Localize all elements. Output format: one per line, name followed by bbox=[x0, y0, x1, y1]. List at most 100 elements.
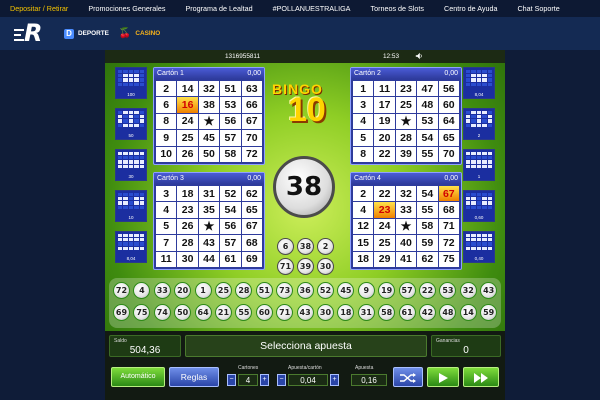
nav-polla-nuestra-liga[interactable]: #POLLANUESTRALIGA bbox=[263, 4, 361, 13]
extra-ball[interactable]: 2 bbox=[317, 238, 334, 255]
nav-depositar-retirar[interactable]: Depositar / Retirar bbox=[0, 4, 78, 13]
cartones-decrease-button[interactable]: − bbox=[227, 374, 236, 386]
prize-value: 30 bbox=[128, 174, 134, 179]
card-cell: 69 bbox=[241, 251, 262, 267]
card-cell: 20 bbox=[374, 130, 395, 146]
casino-label: CASINO bbox=[135, 30, 161, 37]
card-cell: 56 bbox=[220, 218, 241, 235]
prize-value: 50 bbox=[128, 133, 134, 138]
prize-pattern: 10 bbox=[115, 190, 147, 222]
card-cell: 39 bbox=[395, 146, 417, 162]
cartones-increase-button[interactable]: + bbox=[260, 374, 269, 386]
card-cell: 32 bbox=[198, 81, 220, 97]
play-icon bbox=[439, 373, 448, 383]
card-cell: 3 bbox=[156, 186, 177, 202]
nav-chat-soporte[interactable]: Chat Soporte bbox=[507, 4, 569, 13]
card-cell: 11 bbox=[374, 81, 395, 97]
card-cell: 16 bbox=[177, 97, 198, 113]
extra-ball[interactable]: 38 bbox=[297, 238, 314, 255]
card-cell: 26 bbox=[177, 218, 198, 235]
nav-torneos-de-slots[interactable]: Torneos de Slots bbox=[360, 4, 434, 13]
carton-4[interactable]: Cartón 4 0,00 2 22 32 54 67 4 23 33 55 68 12 24 ★ 58 71… bbox=[350, 172, 462, 270]
nav-promociones-generales[interactable]: Promociones Generales bbox=[78, 4, 175, 13]
prize-value: 8,04 bbox=[474, 92, 484, 97]
card-cell: 2 bbox=[156, 81, 177, 97]
free-star-cell: ★ bbox=[198, 113, 220, 130]
card-cell: 43 bbox=[198, 235, 220, 251]
apuesta-carton-increase-button[interactable]: + bbox=[330, 374, 339, 386]
reglas-button[interactable]: Reglas bbox=[169, 367, 219, 387]
nav-programa-de-lealtad[interactable]: Programa de Lealtad bbox=[175, 4, 262, 13]
card-cell: 72 bbox=[438, 235, 459, 251]
card-cell: 3 bbox=[353, 97, 374, 113]
card-cell: 41 bbox=[395, 251, 417, 267]
carton-2[interactable]: Cartón 2 0,00 1 11 23 47 56 3 17 25 48 60 4 19 ★ 53 64 5… bbox=[350, 67, 462, 165]
sub-navigation: R D DEPORTE 🍒 CASINO bbox=[0, 17, 600, 50]
sound-icon[interactable] bbox=[415, 52, 423, 60]
extra-ball[interactable]: 39 bbox=[297, 258, 314, 275]
drawn-ball: 21 bbox=[215, 304, 232, 321]
carton-grid: 1 11 23 47 56 3 17 25 48 60 4 19 ★ 53 64 5 20 28 54 65 8 22 39… bbox=[351, 79, 461, 164]
prize-pattern: 30 bbox=[115, 149, 147, 181]
drawn-ball: 30 bbox=[317, 304, 334, 321]
card-cell: 75 bbox=[438, 251, 459, 267]
saldo-label: Saldo bbox=[114, 338, 127, 344]
prize-value: 8,04 bbox=[126, 256, 136, 261]
card-cell: 22 bbox=[374, 186, 395, 202]
right-pattern-column: 8,04 2 1 0,60 0,40 bbox=[463, 67, 495, 272]
prize-pattern: 2 bbox=[463, 108, 495, 140]
card-cell: 23 bbox=[374, 202, 395, 218]
deporte-icon: D bbox=[64, 28, 74, 39]
card-cell: 32 bbox=[395, 186, 417, 202]
apuesta-carton-decrease-button[interactable]: − bbox=[277, 374, 286, 386]
carton-1[interactable]: Cartón 1 0,00 2 14 32 51 63 6 16 38 53 66 8 24 ★ 56 67 9… bbox=[153, 67, 265, 165]
card-cell: 67 bbox=[241, 218, 262, 235]
card-cell: 58 bbox=[220, 146, 241, 162]
card-cell: 56 bbox=[438, 81, 459, 97]
card-cell: 12 bbox=[353, 218, 374, 235]
card-cell: 70 bbox=[438, 146, 459, 162]
card-cell: 1 bbox=[353, 81, 374, 97]
card-cell: 62 bbox=[241, 186, 262, 202]
card-cell: 68 bbox=[438, 202, 459, 218]
card-cell: 35 bbox=[198, 202, 220, 218]
card-cell: 4 bbox=[353, 202, 374, 218]
extra-ball[interactable]: 71 bbox=[277, 258, 294, 275]
card-cell: 68 bbox=[241, 235, 262, 251]
card-cell: 4 bbox=[353, 113, 374, 130]
fast-play-button[interactable] bbox=[463, 367, 499, 387]
casino-tab[interactable]: 🍒 CASINO bbox=[119, 28, 160, 39]
free-star-cell: ★ bbox=[198, 218, 220, 235]
card-cell: 31 bbox=[198, 186, 220, 202]
prize-pattern: 0,40 bbox=[463, 231, 495, 263]
drawn-ball: 51 bbox=[255, 282, 273, 299]
bingo-10-logo: BINGO 10 bbox=[258, 77, 352, 135]
saldo-box: Saldo 504,36 bbox=[109, 335, 181, 357]
card-cell: 45 bbox=[198, 130, 220, 146]
brand-logo[interactable]: R bbox=[14, 19, 54, 47]
card-cell: 61 bbox=[220, 251, 241, 267]
free-star-cell: ★ bbox=[395, 218, 417, 235]
nav-centro-de-ayuda[interactable]: Centro de Ayuda bbox=[434, 4, 507, 13]
carton-3[interactable]: Cartón 3 0,00 3 18 31 52 62 4 23 35 54 65 5 26 ★ 56 67 7… bbox=[153, 172, 265, 270]
shuffle-cards-button[interactable] bbox=[393, 367, 423, 387]
apuesta-label: Apuesta bbox=[355, 365, 374, 371]
automatico-button[interactable]: Automático bbox=[111, 367, 165, 387]
prize-pattern: 1 bbox=[463, 149, 495, 181]
card-cell: 55 bbox=[417, 146, 438, 162]
card-cell: 24 bbox=[177, 113, 198, 130]
card-cell: 65 bbox=[241, 202, 262, 218]
card-cell: 11 bbox=[156, 251, 177, 267]
carton-title: Cartón 2 bbox=[354, 70, 381, 77]
current-ball: 38 bbox=[273, 156, 335, 218]
card-cell: 65 bbox=[438, 130, 459, 146]
status-message: Selecciona apuesta bbox=[185, 335, 427, 357]
extra-ball[interactable]: 30 bbox=[317, 258, 334, 275]
extra-ball[interactable]: 6 bbox=[277, 238, 294, 255]
card-cell: 9 bbox=[156, 130, 177, 146]
play-button[interactable] bbox=[427, 367, 459, 387]
drawn-ball: 61 bbox=[398, 304, 416, 321]
clock: 12:53 bbox=[383, 53, 399, 60]
deporte-tab[interactable]: D DEPORTE bbox=[64, 28, 109, 39]
apuesta-value: 0,16 bbox=[351, 374, 387, 386]
